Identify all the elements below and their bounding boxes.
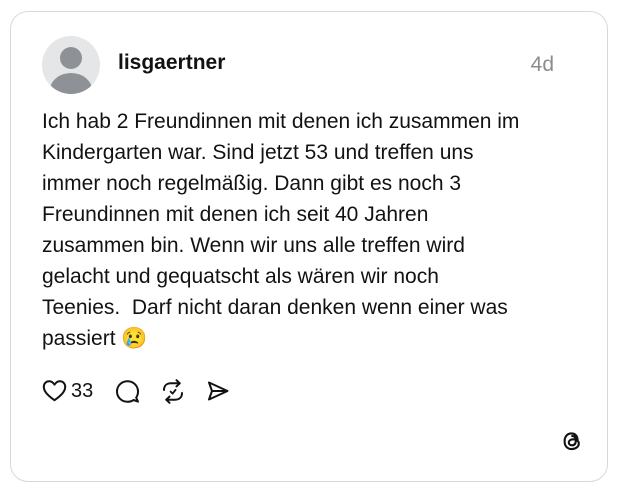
comment-bubble-icon [115,379,140,404]
comment-button[interactable] [115,376,140,406]
repost-button[interactable] [160,376,186,406]
post-timestamp[interactable]: 4d [531,52,554,78]
like-count: 33 [71,380,94,402]
default-avatar-icon [60,47,82,69]
post-actions: 33 [42,376,230,406]
post-card: lisgaertner 4d Ich hab 2 Freundinnen mit… [10,11,608,482]
post-text: Ich hab 2 Freundinnen mit denen ich zusa… [42,110,520,350]
like-button[interactable]: 33 [42,376,115,406]
send-icon [206,379,230,403]
post-username[interactable]: lisgaertner [118,50,225,76]
share-button[interactable] [206,376,230,406]
avatar[interactable] [42,36,100,94]
threads-logo-icon[interactable] [559,428,585,454]
heart-icon [42,379,67,403]
repost-icon [160,378,186,404]
